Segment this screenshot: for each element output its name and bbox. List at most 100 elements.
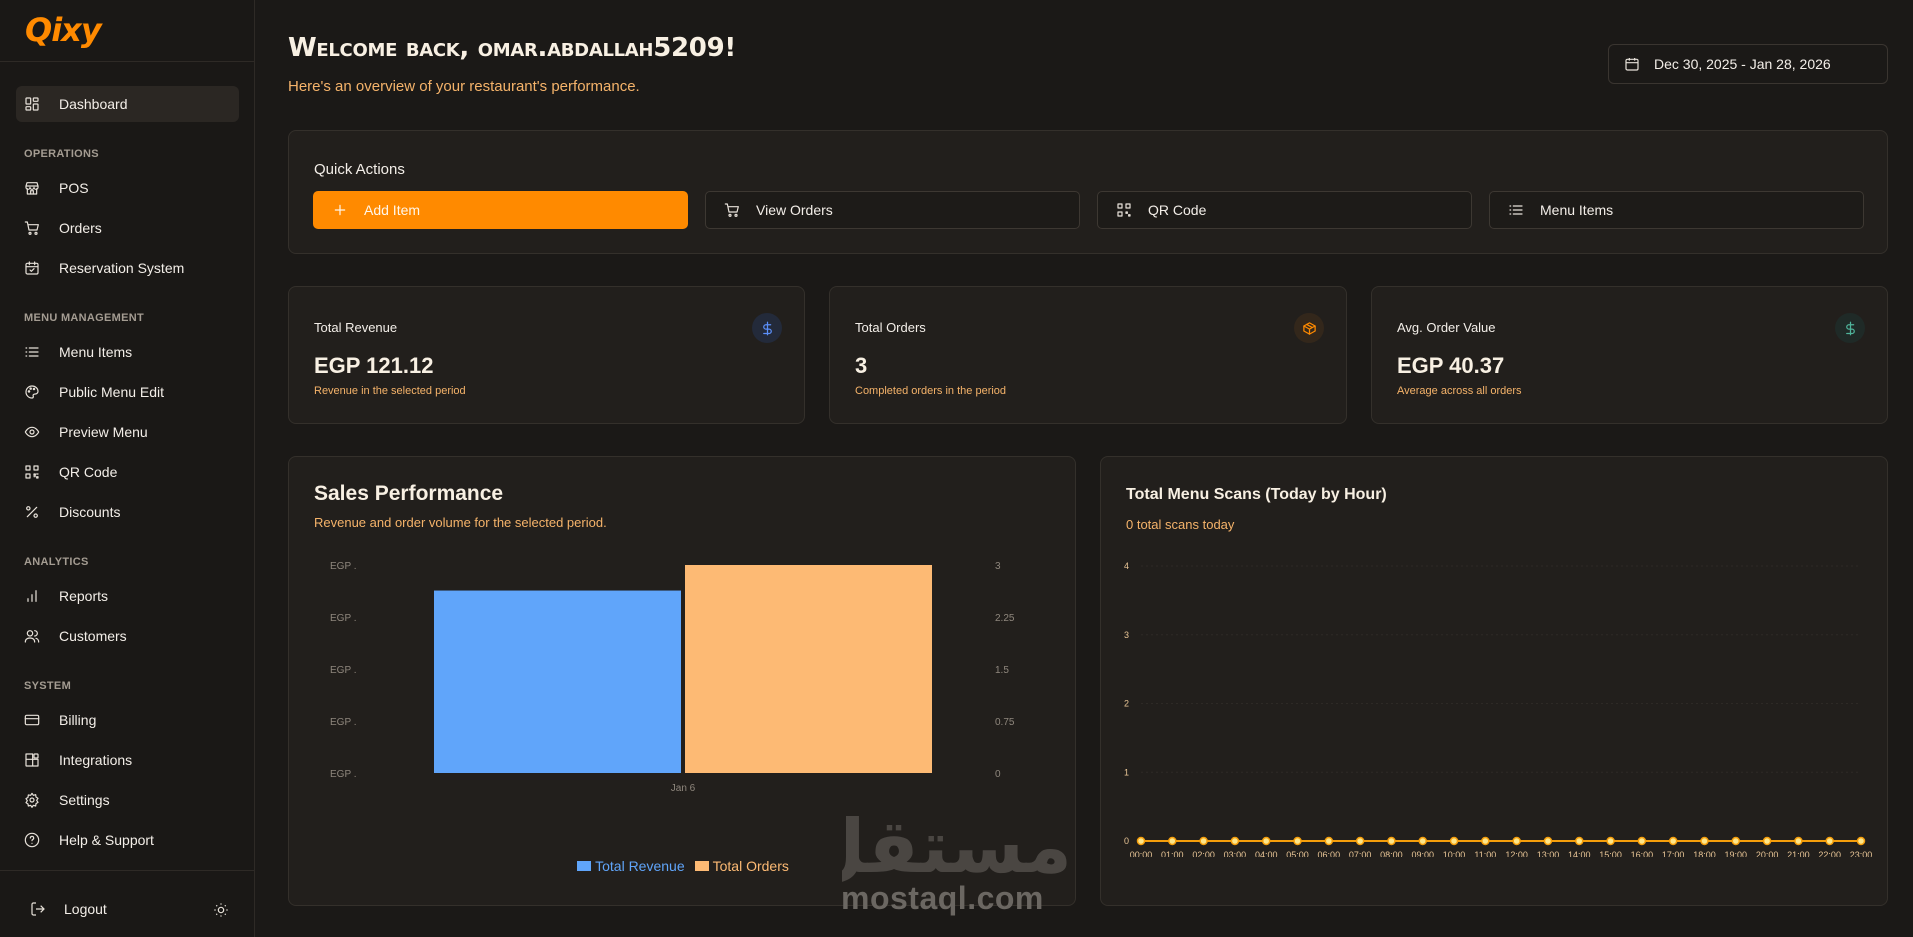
sidebar-item-label: Settings [59, 792, 110, 808]
page-title: Welcome back, omar.abdallah5209! [288, 33, 736, 63]
menu-scans-card: Total Menu Scans (Today by Hour) 0 total… [1100, 456, 1888, 906]
stat-note: Completed orders in the period [855, 385, 1007, 397]
bar-chart-icon [24, 588, 40, 604]
stat-value: EGP 40.37 [1397, 353, 1505, 378]
bar-total-revenue [434, 590, 681, 773]
add-item-button[interactable]: Add Item [313, 191, 688, 229]
app-logo[interactable]: Qixy [25, 12, 254, 48]
logout-button[interactable]: Logout [30, 901, 107, 917]
y-tick-label: 3 [1124, 630, 1129, 640]
view-orders-label: View Orders [756, 202, 833, 218]
x-tick-label: 15:00 [1599, 850, 1622, 857]
data-point [1606, 836, 1615, 846]
y-tick-label-right: 2.25 [995, 613, 1015, 624]
y-tick-label-right: 0 [995, 769, 1001, 780]
x-tick-label: 07:00 [1349, 850, 1372, 857]
sidebar-item-qr-code[interactable]: QR Code [16, 454, 239, 490]
qr-code-button[interactable]: QR Code [1097, 191, 1472, 229]
palette-icon [24, 384, 40, 400]
data-point [1668, 836, 1678, 846]
sidebar-footer: Logout [0, 870, 255, 937]
sidebar-item-integrations[interactable]: Integrations [16, 742, 239, 778]
users-icon [24, 628, 40, 644]
data-point [1449, 836, 1459, 846]
chart-subtitle: 0 total scans today [1126, 517, 1235, 532]
sidebar-item-label: Preview Menu [59, 424, 148, 440]
sidebar-item-discounts[interactable]: Discounts [16, 494, 239, 530]
legend-label: Total Orders [712, 858, 789, 874]
x-tick-label: 01:00 [1161, 850, 1184, 857]
sidebar-item-orders[interactable]: Orders [16, 210, 239, 246]
sidebar-item-label: POS [59, 180, 89, 196]
x-tick-label: 05:00 [1286, 850, 1309, 857]
sidebar-item-label: Integrations [59, 752, 133, 768]
bar-total-orders [685, 565, 932, 773]
date-range-label: Dec 30, 2025 - Jan 28, 2026 [1654, 56, 1831, 72]
sidebar-item-pos[interactable]: POS [16, 170, 239, 206]
data-point [1762, 836, 1772, 846]
qr-code-icon [1117, 203, 1131, 217]
sidebar-item-settings[interactable]: Settings [16, 782, 239, 818]
x-tick-label: Jan 6 [671, 783, 696, 794]
data-point [1825, 836, 1834, 846]
sidebar-item-help[interactable]: Help & Support [16, 822, 239, 858]
y-tick-label: 4 [1124, 561, 1129, 571]
dashboard-icon [24, 96, 40, 112]
view-orders-button[interactable]: View Orders [705, 191, 1080, 229]
data-point [1543, 836, 1553, 846]
sidebar-item-label: Menu Items [59, 344, 133, 360]
legend-swatch [694, 861, 709, 871]
y-tick-label-right: 3 [995, 561, 1001, 572]
sidebar-item-label: Billing [59, 712, 97, 728]
sidebar-item-label: Reservation System [59, 260, 185, 276]
legend-item-orders[interactable]: Total Orders [694, 858, 789, 874]
section-analytics: ANALYTICS [24, 556, 89, 568]
quick-actions-title: Quick Actions [314, 161, 405, 178]
legend-label: Total Revenue [595, 858, 685, 874]
stat-label: Total Orders [855, 320, 926, 335]
sidebar-item-dashboard[interactable]: Dashboard [16, 86, 239, 122]
theme-toggle-button[interactable] [213, 902, 229, 918]
sidebar-item-public-menu-edit[interactable]: Public Menu Edit [16, 374, 239, 410]
data-point [1481, 836, 1490, 846]
sidebar-item-reservation[interactable]: Reservation System [16, 250, 239, 286]
stat-label: Total Revenue [314, 320, 398, 335]
credit-card-icon [24, 712, 40, 728]
x-tick-label: 09:00 [1411, 850, 1434, 857]
sidebar-item-customers[interactable]: Customers [16, 618, 239, 654]
stat-note: Average across all orders [1397, 385, 1522, 397]
data-point [1637, 836, 1647, 846]
menu-items-label: Menu Items [1540, 202, 1614, 218]
x-tick-label: 03:00 [1224, 850, 1247, 857]
page-subtitle: Here's an overview of your restaurant's … [288, 78, 640, 95]
sidebar-item-reports[interactable]: Reports [16, 578, 239, 614]
chart-title: Total Menu Scans (Today by Hour) [1126, 486, 1387, 503]
total-revenue-card: Total Revenue EGP 121.12 Revenue in the … [288, 286, 805, 424]
percent-icon [24, 504, 40, 520]
logout-label: Logout [64, 901, 107, 917]
dollar-icon [1835, 313, 1865, 343]
x-tick-label: 11:00 [1474, 850, 1496, 857]
menu-items-button[interactable]: Menu Items [1489, 191, 1864, 229]
data-point [1794, 836, 1803, 846]
logo-area: Qixy [0, 0, 254, 62]
x-tick-label: 08:00 [1380, 850, 1403, 857]
x-tick-label: 12:00 [1505, 850, 1528, 857]
legend-item-revenue[interactable]: Total Revenue [577, 858, 685, 874]
cart-icon [724, 203, 739, 217]
package-icon [1294, 313, 1324, 343]
data-point [1418, 836, 1427, 846]
sidebar-item-label: Public Menu Edit [59, 384, 165, 400]
x-tick-label: 23:00 [1850, 850, 1873, 857]
date-range-picker[interactable]: Dec 30, 2025 - Jan 28, 2026 [1608, 44, 1888, 84]
help-circle-icon [24, 832, 40, 848]
x-tick-label: 22:00 [1818, 850, 1841, 857]
sidebar-item-preview-menu[interactable]: Preview Menu [16, 414, 239, 450]
y-tick-label: 2 [1124, 699, 1129, 709]
data-point [1355, 836, 1365, 846]
sidebar: Qixy Dashboard OPERATIONS POS Orders Res… [0, 0, 255, 937]
calendar-icon [1625, 58, 1639, 71]
sidebar-item-menu-items[interactable]: Menu Items [16, 334, 239, 370]
data-point [1700, 836, 1709, 846]
sidebar-item-billing[interactable]: Billing [16, 702, 239, 738]
